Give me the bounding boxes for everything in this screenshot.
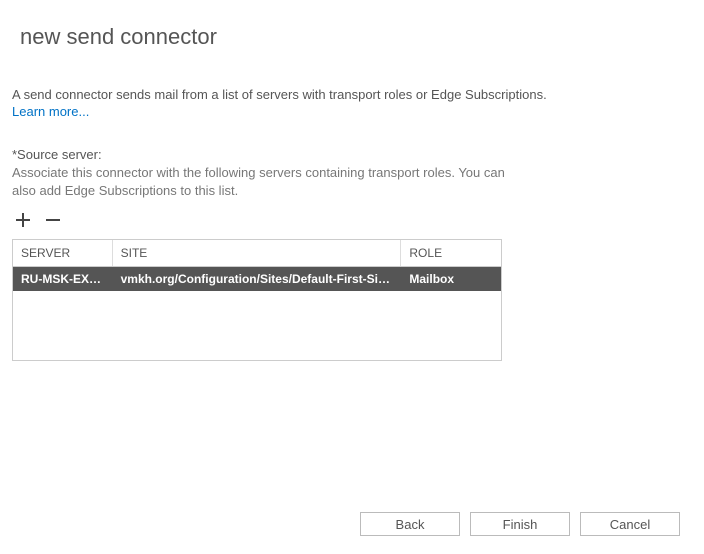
remove-icon[interactable] [42, 209, 64, 231]
learn-more-link[interactable]: Learn more... [12, 104, 89, 119]
cell-site: vmkh.org/Configuration/Sites/Default-Fir… [113, 267, 402, 291]
source-server-table: SERVER SITE ROLE RU-MSK-EX-01 vmkh.org/C… [12, 239, 502, 361]
source-server-description: Associate this connector with the follow… [12, 164, 532, 200]
cancel-button[interactable]: Cancel [580, 512, 680, 536]
table-row[interactable]: RU-MSK-EX-01 vmkh.org/Configuration/Site… [13, 267, 501, 291]
source-server-label: *Source server: [12, 147, 692, 162]
footer-buttons: Back Finish Cancel [360, 512, 680, 536]
table-header: SERVER SITE ROLE [13, 240, 501, 267]
column-header-server[interactable]: SERVER [13, 240, 113, 266]
page-title: new send connector [20, 24, 692, 50]
cell-role: Mailbox [401, 267, 501, 291]
finish-button[interactable]: Finish [470, 512, 570, 536]
back-button[interactable]: Back [360, 512, 460, 536]
intro-text: A send connector sends mail from a list … [12, 86, 692, 104]
column-header-role[interactable]: ROLE [401, 240, 501, 266]
add-icon[interactable] [12, 209, 34, 231]
column-header-site[interactable]: SITE [113, 240, 402, 266]
cell-server: RU-MSK-EX-01 [13, 267, 113, 291]
toolbar [12, 209, 692, 231]
